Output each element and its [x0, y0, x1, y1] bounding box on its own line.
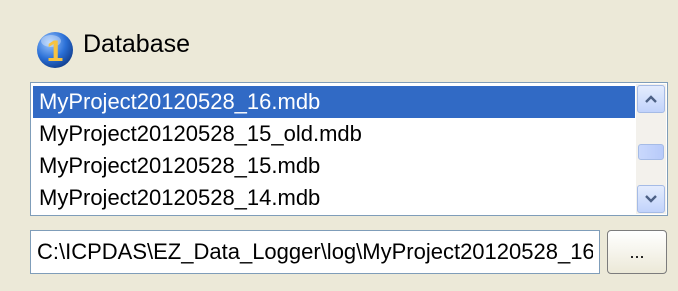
section-title: Database	[83, 30, 191, 58]
file-list-rows: MyProject20120528_16.mdb MyProject2012052…	[33, 86, 635, 214]
database-path-input[interactable]	[30, 230, 600, 274]
step-1-icon: 1	[37, 32, 73, 68]
chevron-down-icon	[645, 195, 657, 203]
list-item[interactable]: MyProject20120528_15.mdb	[33, 150, 635, 182]
scroll-up-button[interactable]	[637, 85, 665, 113]
scroll-down-button[interactable]	[637, 185, 665, 213]
browse-button[interactable]: ...	[607, 230, 667, 274]
list-item[interactable]: MyProject20120528_15_old.mdb	[33, 118, 635, 150]
list-item[interactable]: MyProject20120528_14.mdb	[33, 182, 635, 214]
list-item[interactable]: MyProject20120528_16.mdb	[33, 86, 635, 118]
database-file-list[interactable]: MyProject20120528_16.mdb MyProject2012052…	[30, 82, 668, 216]
file-list-scrollbar[interactable]	[636, 84, 666, 214]
chevron-up-icon	[645, 95, 657, 103]
scroll-thumb[interactable]	[638, 144, 664, 160]
svg-text:1: 1	[47, 35, 64, 68]
